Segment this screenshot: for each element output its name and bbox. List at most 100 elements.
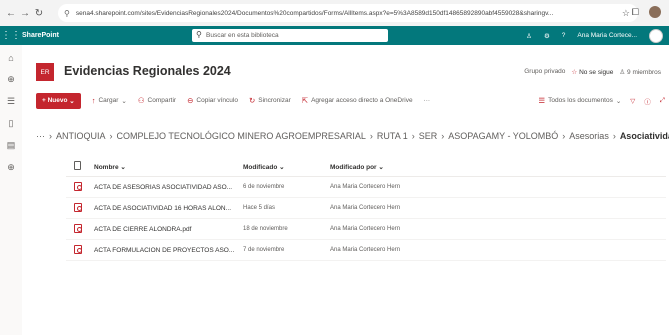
view-selector[interactable]: ☰ Todos los documentos ⌄	[538, 96, 621, 105]
breadcrumb-item[interactable]: ASOPAGAMY - YOLOMBÓ	[448, 131, 558, 141]
browser-toolbar: ← → ↻ ⚲ sena4.sharepoint.com/sites/Evide…	[0, 0, 669, 26]
site-header: ER Evidencias Regionales 2024	[36, 57, 231, 85]
modified-by: Ana Maria Cortecero Hern	[330, 247, 401, 253]
sync-button[interactable]: ↻ Sincronizar	[249, 96, 291, 105]
table-row[interactable]: ACTA DE CIERRE ALONDRA.pdf 18 de noviemb…	[66, 219, 666, 240]
breadcrumb-item[interactable]: SER	[419, 131, 438, 141]
profile-avatar[interactable]	[649, 6, 661, 18]
breadcrumb-item[interactable]: RUTA 1	[377, 131, 408, 141]
breadcrumb-item[interactable]: ANTIOQUIA	[56, 131, 106, 141]
site-title[interactable]: Evidencias Regionales 2024	[64, 64, 231, 78]
list-header: Nombre ⌄ Modificado ⌄ Modificado por ⌄	[66, 157, 666, 177]
table-row[interactable]: ACTA DE ASOCIATIVIDAD 16 HORAS ALON... H…	[66, 198, 666, 219]
reload-icon[interactable]: ↻	[32, 8, 46, 19]
filter-icon[interactable]: ▽	[630, 97, 635, 105]
bookmark-star-icon[interactable]: ☆	[622, 8, 630, 19]
modified-date: 7 de noviembre	[243, 247, 285, 253]
help-icon[interactable]: ?	[562, 32, 566, 39]
shortcut-label: Agregar acceso directo a OneDrive	[311, 97, 413, 104]
more-button[interactable]: ···	[424, 97, 431, 104]
file-name[interactable]: ACTA DE ASESORIAS ASOCIATIVIDAD ASO...	[94, 184, 243, 191]
breadcrumb: ··· › ANTIOQUIA › COMPLEJO TECNOLÓGICO MINER…	[36, 131, 669, 141]
document-list: Nombre ⌄ Modificado ⌄ Modificado por ⌄ A…	[66, 157, 666, 261]
column-modified-label: Modificado	[243, 163, 278, 171]
pdf-icon	[74, 244, 82, 254]
expand-icon[interactable]: ⤢	[660, 97, 665, 105]
share-people-icon[interactable]: ♙	[526, 32, 532, 40]
upload-icon: ↑	[91, 96, 96, 105]
command-bar: + Nuevo ⌄ ↑ Cargar ⌄ ⚇ Compartir ⊖ Copiar v…	[36, 92, 669, 109]
modified-date: 6 de noviembre	[243, 184, 285, 190]
file-name[interactable]: ACTA FORMULACION DE PROYECTOS ASO...	[94, 247, 243, 254]
column-modified[interactable]: Modificado ⌄	[243, 163, 330, 171]
new-label: + Nuevo	[42, 97, 68, 104]
shortcut-icon: ⇱	[301, 96, 309, 105]
breadcrumb-current: Asociatividad	[619, 131, 669, 141]
sync-icon: ↻	[248, 96, 256, 105]
forward-icon[interactable]: →	[18, 8, 32, 19]
follow-star-icon: ☆	[571, 69, 578, 76]
left-rail: ⌂ ⊕ ☰ ▯ ▤ ⊕	[0, 45, 22, 335]
modified-by: Ana Maria Cortecero Hern	[330, 205, 401, 211]
extensions-icon[interactable]: ⧠	[632, 7, 639, 18]
upload-button[interactable]: ↑ Cargar ⌄	[92, 96, 127, 105]
share-button[interactable]: ⚇ Compartir	[138, 96, 176, 105]
globe-icon[interactable]: ⊕	[7, 74, 15, 85]
share-icon: ⚇	[137, 96, 145, 105]
breadcrumb-ellipsis[interactable]: ···	[36, 131, 45, 141]
follow-button[interactable]: ☆ No se sigue	[571, 68, 613, 76]
search-placeholder: Buscar en esta biblioteca	[206, 32, 279, 39]
follow-label: No se sigue	[579, 69, 614, 76]
column-name[interactable]: Nombre ⌄	[94, 163, 243, 171]
new-button[interactable]: + Nuevo ⌄	[36, 92, 81, 109]
share-label: Compartir	[147, 97, 177, 104]
home-icon[interactable]: ⌂	[8, 53, 13, 63]
lists-icon[interactable]: ▤	[7, 140, 16, 151]
pdf-icon	[74, 223, 82, 233]
info-icon[interactable]: ⓘ	[644, 96, 651, 106]
pdf-icon	[74, 181, 82, 191]
feed-icon[interactable]: ☰	[7, 96, 15, 107]
site-info-icon[interactable]: ⚲	[64, 9, 70, 18]
user-name[interactable]: Ana Maria Cortece...	[577, 32, 637, 39]
file-name[interactable]: ACTA DE CIERRE ALONDRA.pdf	[94, 226, 243, 233]
site-meta: Grupo privado ☆ No se sigue ♙ 9 miembros	[524, 68, 661, 76]
view-label: Todos los documentos	[548, 97, 613, 104]
search-icon: ⚲	[196, 30, 202, 39]
column-modified-by-label: Modificado por	[330, 163, 377, 171]
link-icon: ⊖	[187, 96, 194, 105]
suite-bar: ⋮⋮ SharePoint ⚲ Buscar en esta bibliotec…	[0, 26, 669, 45]
address-bar[interactable]: ⚲ sena4.sharepoint.com/sites/EvidenciasR…	[58, 4, 638, 22]
file-type-icon[interactable]	[74, 161, 81, 170]
settings-gear-icon[interactable]: ⚙	[544, 32, 550, 40]
modified-by: Ana Maria Cortecero Hern	[330, 226, 401, 232]
search-box[interactable]: ⚲ Buscar en esta biblioteca	[192, 29, 388, 42]
document-icon[interactable]: ▯	[9, 118, 14, 129]
pdf-icon	[74, 202, 82, 212]
breadcrumb-item[interactable]: COMPLEJO TECNOLÓGICO MINERO AGROEMPRESAR…	[117, 131, 366, 141]
sync-label: Sincronizar	[258, 97, 291, 104]
user-avatar[interactable]	[649, 28, 663, 43]
view-icon: ☰	[538, 96, 546, 105]
copy-link-button[interactable]: ⊖ Copiar vínculo	[187, 96, 238, 105]
url-text: sena4.sharepoint.com/sites/EvidenciasReg…	[75, 9, 554, 17]
members-button[interactable]: ♙ 9 miembros	[619, 68, 661, 76]
privacy-label: Grupo privado	[524, 68, 566, 75]
app-launcher-icon[interactable]: ⋮⋮	[0, 30, 22, 41]
column-name-label: Nombre	[94, 163, 119, 171]
file-name[interactable]: ACTA DE ASOCIATIVIDAD 16 HORAS ALON...	[94, 205, 243, 212]
table-row[interactable]: ACTA DE ASESORIAS ASOCIATIVIDAD ASO... 6…	[66, 177, 666, 198]
add-shortcut-button[interactable]: ⇱ Agregar acceso directo a OneDrive	[302, 96, 413, 105]
modified-date: 18 de noviembre	[243, 226, 288, 232]
site-logo[interactable]: ER	[36, 63, 54, 81]
sharepoint-brand[interactable]: SharePoint	[22, 32, 59, 39]
modified-date: Hace 5 días	[243, 205, 276, 211]
back-icon[interactable]: ←	[4, 8, 18, 19]
copy-link-label: Copiar vínculo	[196, 97, 238, 104]
upload-label: Cargar	[98, 97, 119, 104]
members-label: 9 miembros	[627, 69, 661, 76]
column-modified-by[interactable]: Modificado por ⌄	[330, 163, 450, 171]
add-icon[interactable]: ⊕	[7, 162, 15, 173]
table-row[interactable]: ACTA FORMULACION DE PROYECTOS ASO... 7 d…	[66, 240, 666, 261]
breadcrumb-item[interactable]: Asesorias	[569, 131, 609, 141]
